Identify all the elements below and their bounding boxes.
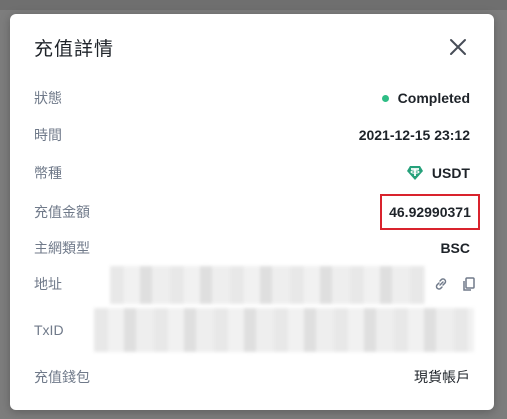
deposit-details-modal: 充值詳情 狀態 Completed 時間 2021-12-15 23:12 幣種… xyxy=(10,14,494,410)
status-value-wrap: Completed xyxy=(381,90,470,106)
coin-value: USDT xyxy=(431,165,470,181)
wallet-value: 現貨帳戶 xyxy=(414,369,470,385)
copy-icon[interactable] xyxy=(461,276,477,292)
network-label: 主網類型 xyxy=(34,240,90,256)
address-redacted xyxy=(110,266,425,304)
coin-row: 幣種 USDT xyxy=(34,161,470,185)
wallet-row: 充值錢包 現貨帳戶 xyxy=(34,365,470,389)
close-icon[interactable] xyxy=(447,36,469,58)
status-value: Completed xyxy=(397,90,470,106)
status-dot-icon xyxy=(381,94,389,102)
address-label: 地址 xyxy=(34,276,62,292)
time-label: 時間 xyxy=(34,127,62,143)
network-row: 主網類型 BSC xyxy=(34,236,470,260)
network-value: BSC xyxy=(440,240,470,256)
status-row: 狀態 Completed xyxy=(34,86,470,110)
txid-redacted xyxy=(94,308,474,352)
tether-icon xyxy=(406,166,423,180)
amount-label: 充值金額 xyxy=(34,204,90,220)
coin-label: 幣種 xyxy=(34,165,62,181)
status-label: 狀態 xyxy=(34,90,62,106)
link-icon[interactable] xyxy=(433,276,449,292)
time-value: 2021-12-15 23:12 xyxy=(358,127,470,143)
coin-value-wrap: USDT xyxy=(406,164,470,182)
wallet-label: 充值錢包 xyxy=(34,369,90,385)
background-top-bar xyxy=(0,0,507,10)
txid-label: TxID xyxy=(34,322,64,338)
time-row: 時間 2021-12-15 23:12 xyxy=(34,123,470,147)
modal-title: 充值詳情 xyxy=(34,39,115,60)
address-actions xyxy=(433,276,477,292)
amount-value: 46.92990371 xyxy=(389,204,471,220)
amount-highlight-box: 46.92990371 xyxy=(380,194,480,230)
